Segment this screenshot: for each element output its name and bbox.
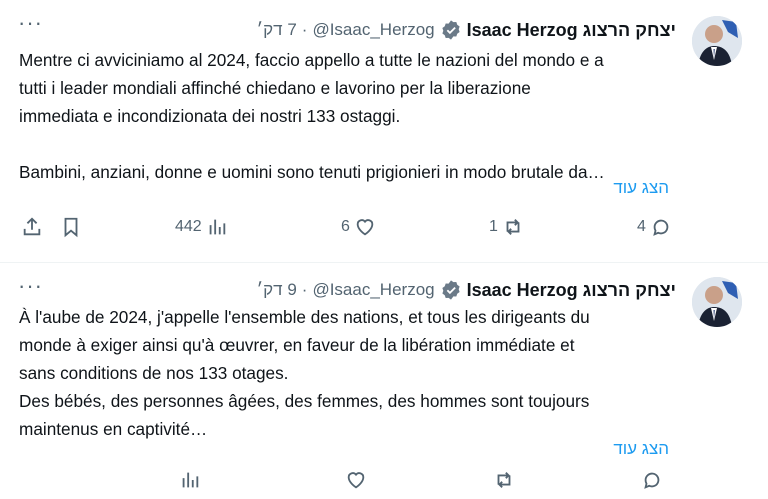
author-name[interactable]: יצחק הרצוג Isaac Herzog: [467, 20, 676, 41]
reply-icon: [653, 219, 669, 236]
verified-badge-icon: [440, 19, 462, 41]
like-button[interactable]: 6: [341, 216, 376, 238]
show-more-link[interactable]: הצג עוד: [613, 178, 669, 198]
show-more-link[interactable]: הצג עוד: [613, 439, 669, 459]
author-handle[interactable]: @Isaac_Herzog: [312, 280, 434, 300]
share-icon: [23, 217, 41, 236]
author-name[interactable]: יצחק הרצוג Isaac Herzog: [467, 280, 676, 301]
views-button[interactable]: 442: [175, 216, 228, 238]
verified-badge-icon: [440, 279, 462, 301]
views-count: 442: [175, 218, 202, 235]
separator-dot: ·: [301, 280, 308, 299]
retweet-icon: [506, 219, 520, 235]
timestamp[interactable]: 7 דק׳: [257, 20, 297, 40]
reply-count: 4: [637, 218, 646, 235]
avatar[interactable]: [692, 277, 742, 327]
author-handle[interactable]: @Isaac_Herzog: [312, 20, 434, 40]
retweet-button[interactable]: 1: [489, 216, 524, 238]
separator-dot: ·: [301, 20, 308, 39]
bookmark-icon: [64, 217, 78, 238]
action-bar: 442 6 1 4: [0, 216, 768, 246]
tweet-text: À l'aube de 2024, j'appelle l'ensemble d…: [19, 307, 590, 439]
share-button[interactable]: [21, 216, 43, 238]
tweet-header: יצחק הרצוג Isaac Herzog @Isaac_Herzog · …: [257, 17, 676, 43]
bookmark-button[interactable]: [60, 216, 82, 238]
timestamp[interactable]: 9 דק׳: [257, 280, 297, 300]
avatar[interactable]: [692, 16, 742, 66]
reply-button[interactable]: 4: [637, 216, 672, 238]
more-icon[interactable]: ···: [18, 10, 43, 36]
action-bar: [0, 469, 768, 499]
like-count: 6: [341, 218, 350, 235]
tweet-text: Mentre ci avviciniamo al 2024, faccio ap…: [19, 50, 605, 182]
heart-icon: [356, 219, 374, 236]
retweet-count: 1: [489, 218, 498, 235]
views-icon: [209, 219, 225, 235]
more-icon[interactable]: ···: [18, 273, 43, 299]
tweet[interactable]: ··· יצחק הרצוג Isaac Herzog @Isaac_Herzo…: [0, 0, 768, 262]
tweet-header: יצחק הרצוג Isaac Herzog @Isaac_Herzog · …: [257, 277, 676, 303]
tweet[interactable]: ··· יצחק הרצוג Isaac Herzog @Isaac_Herzo…: [0, 262, 768, 489]
